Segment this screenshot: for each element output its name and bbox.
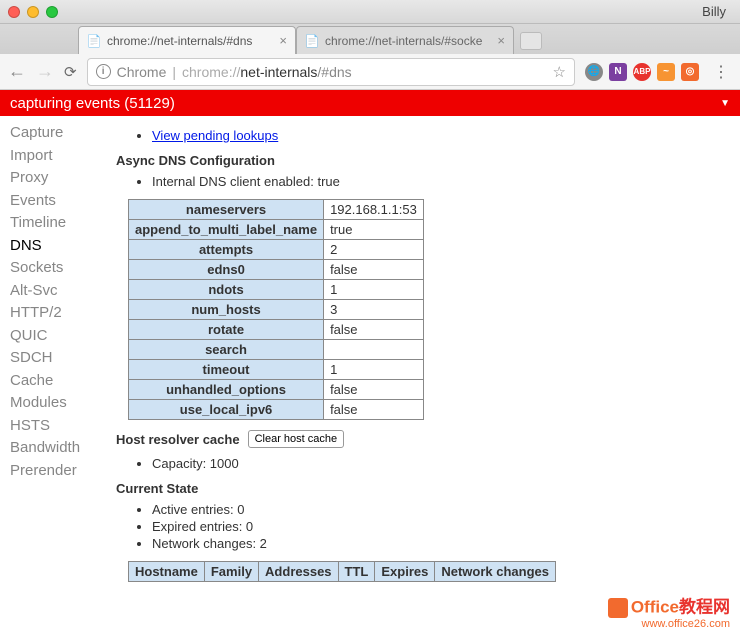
tab-inactive[interactable]: 📄 chrome://net-internals/#socke × <box>296 26 514 54</box>
config-key: attempts <box>129 240 324 260</box>
current-state-title: Current State <box>116 481 726 496</box>
back-button[interactable]: ← <box>8 61 26 82</box>
config-key: nameservers <box>129 200 324 220</box>
clear-host-cache-button[interactable]: Clear host cache <box>248 430 345 448</box>
sidebar-item-capture[interactable]: Capture <box>10 122 92 145</box>
config-key: search <box>129 340 324 360</box>
config-value: 2 <box>324 240 424 260</box>
sidebar-item-cache[interactable]: Cache <box>10 370 92 393</box>
main-panel: View pending lookups Async DNS Configura… <box>102 116 740 636</box>
config-value: 3 <box>324 300 424 320</box>
config-value: 1 <box>324 280 424 300</box>
state-column-header: Hostname <box>129 562 205 582</box>
view-pending-lookups-link[interactable]: View pending lookups <box>152 128 278 143</box>
config-value: false <box>324 320 424 340</box>
tab-active[interactable]: 📄 chrome://net-internals/#dns × <box>78 26 296 54</box>
toolbar: ← → ⟳ i Chrome | chrome://net-internals/… <box>0 54 740 90</box>
maximize-window-button[interactable] <box>46 6 58 18</box>
extension-abp-icon[interactable]: ABP <box>633 63 651 81</box>
extension-translate-icon[interactable]: 🌐 <box>585 63 603 81</box>
state-column-header: Family <box>204 562 258 582</box>
config-key: ndots <box>129 280 324 300</box>
close-tab-icon[interactable]: × <box>497 33 505 48</box>
page-icon: 📄 <box>87 34 101 48</box>
config-key: num_hosts <box>129 300 324 320</box>
sidebar-item-events[interactable]: Events <box>10 190 92 213</box>
extension-icon[interactable]: ~ <box>657 63 675 81</box>
watermark-icon <box>608 598 628 618</box>
address-bar[interactable]: i Chrome | chrome://net-internals/#dns ☆ <box>87 58 575 86</box>
sidebar-item-http2[interactable]: HTTP/2 <box>10 302 92 325</box>
state-item: Active entries: 0 <box>152 502 726 517</box>
window-controls <box>8 6 58 18</box>
state-item: Network changes: 2 <box>152 536 726 551</box>
close-tab-icon[interactable]: × <box>279 33 287 48</box>
url-path: /#dns <box>317 64 351 80</box>
extension-icons: 🌐 N ABP ~ ◎ <box>585 63 699 81</box>
sidebar-item-dns[interactable]: DNS <box>10 235 92 258</box>
sidebar-item-import[interactable]: Import <box>10 145 92 168</box>
minimize-window-button[interactable] <box>27 6 39 18</box>
config-key: timeout <box>129 360 324 380</box>
profile-name[interactable]: Billy <box>702 4 732 19</box>
tab-title: chrome://net-internals/#socke <box>325 34 491 48</box>
capacity-text: Capacity: 1000 <box>152 456 726 471</box>
browser-menu-icon[interactable]: ⋮ <box>709 62 732 82</box>
internal-dns-status: Internal DNS client enabled: true <box>152 174 726 189</box>
bookmark-star-icon[interactable]: ☆ <box>553 63 566 81</box>
state-column-header: Addresses <box>259 562 338 582</box>
forward-button[interactable]: → <box>36 61 54 82</box>
config-key: rotate <box>129 320 324 340</box>
sidebar-item-prerender[interactable]: Prerender <box>10 460 92 483</box>
config-value: true <box>324 220 424 240</box>
page-icon: 📄 <box>305 34 319 48</box>
reload-button[interactable]: ⟳ <box>64 63 77 81</box>
config-value: false <box>324 260 424 280</box>
sidebar-item-timeline[interactable]: Timeline <box>10 212 92 235</box>
banner-text: capturing events (51129) <box>10 95 175 112</box>
state-table: HostnameFamilyAddressesTTLExpiresNetwork… <box>128 561 556 582</box>
capture-banner[interactable]: capturing events (51129) ▼ <box>0 90 740 116</box>
tab-title: chrome://net-internals/#dns <box>107 34 273 48</box>
dns-config-table: nameservers192.168.1.1:53append_to_multi… <box>128 199 424 420</box>
url-label: Chrome <box>117 64 167 80</box>
sidebar-item-modules[interactable]: Modules <box>10 392 92 415</box>
sidebar-item-hsts[interactable]: HSTS <box>10 415 92 438</box>
config-value: 1 <box>324 360 424 380</box>
banner-dropdown-icon[interactable]: ▼ <box>720 98 730 109</box>
new-tab-button[interactable] <box>520 32 542 50</box>
state-column-header: TTL <box>338 562 375 582</box>
content-area: CaptureImportProxyEventsTimelineDNSSocke… <box>0 116 740 636</box>
tab-strip: 📄 chrome://net-internals/#dns × 📄 chrome… <box>0 24 740 54</box>
config-key: edns0 <box>129 260 324 280</box>
site-info-icon[interactable]: i <box>96 64 111 79</box>
config-key: use_local_ipv6 <box>129 400 324 420</box>
url-host: net-internals <box>240 64 317 80</box>
sidebar-item-sockets[interactable]: Sockets <box>10 257 92 280</box>
sidebar-item-quic[interactable]: QUIC <box>10 325 92 348</box>
config-value: false <box>324 380 424 400</box>
extension-onenote-icon[interactable]: N <box>609 63 627 81</box>
config-key: unhandled_options <box>129 380 324 400</box>
host-resolver-title: Host resolver cache <box>116 432 240 447</box>
config-key: append_to_multi_label_name <box>129 220 324 240</box>
state-column-header: Expires <box>375 562 435 582</box>
close-window-button[interactable] <box>8 6 20 18</box>
extension-icon[interactable]: ◎ <box>681 63 699 81</box>
sidebar-item-bandwidth[interactable]: Bandwidth <box>10 437 92 460</box>
async-dns-title: Async DNS Configuration <box>116 153 726 168</box>
window-titlebar: Billy <box>0 0 740 24</box>
sidebar-item-altsvc[interactable]: Alt-Svc <box>10 280 92 303</box>
config-value: 192.168.1.1:53 <box>324 200 424 220</box>
url-scheme: chrome:// <box>182 64 240 80</box>
config-value: false <box>324 400 424 420</box>
watermark: Office教程网 www.office26.com <box>608 598 730 630</box>
config-value <box>324 340 424 360</box>
state-column-header: Network changes <box>435 562 556 582</box>
state-item: Expired entries: 0 <box>152 519 726 534</box>
sidebar-item-proxy[interactable]: Proxy <box>10 167 92 190</box>
sidebar: CaptureImportProxyEventsTimelineDNSSocke… <box>0 116 102 636</box>
sidebar-item-sdch[interactable]: SDCH <box>10 347 92 370</box>
